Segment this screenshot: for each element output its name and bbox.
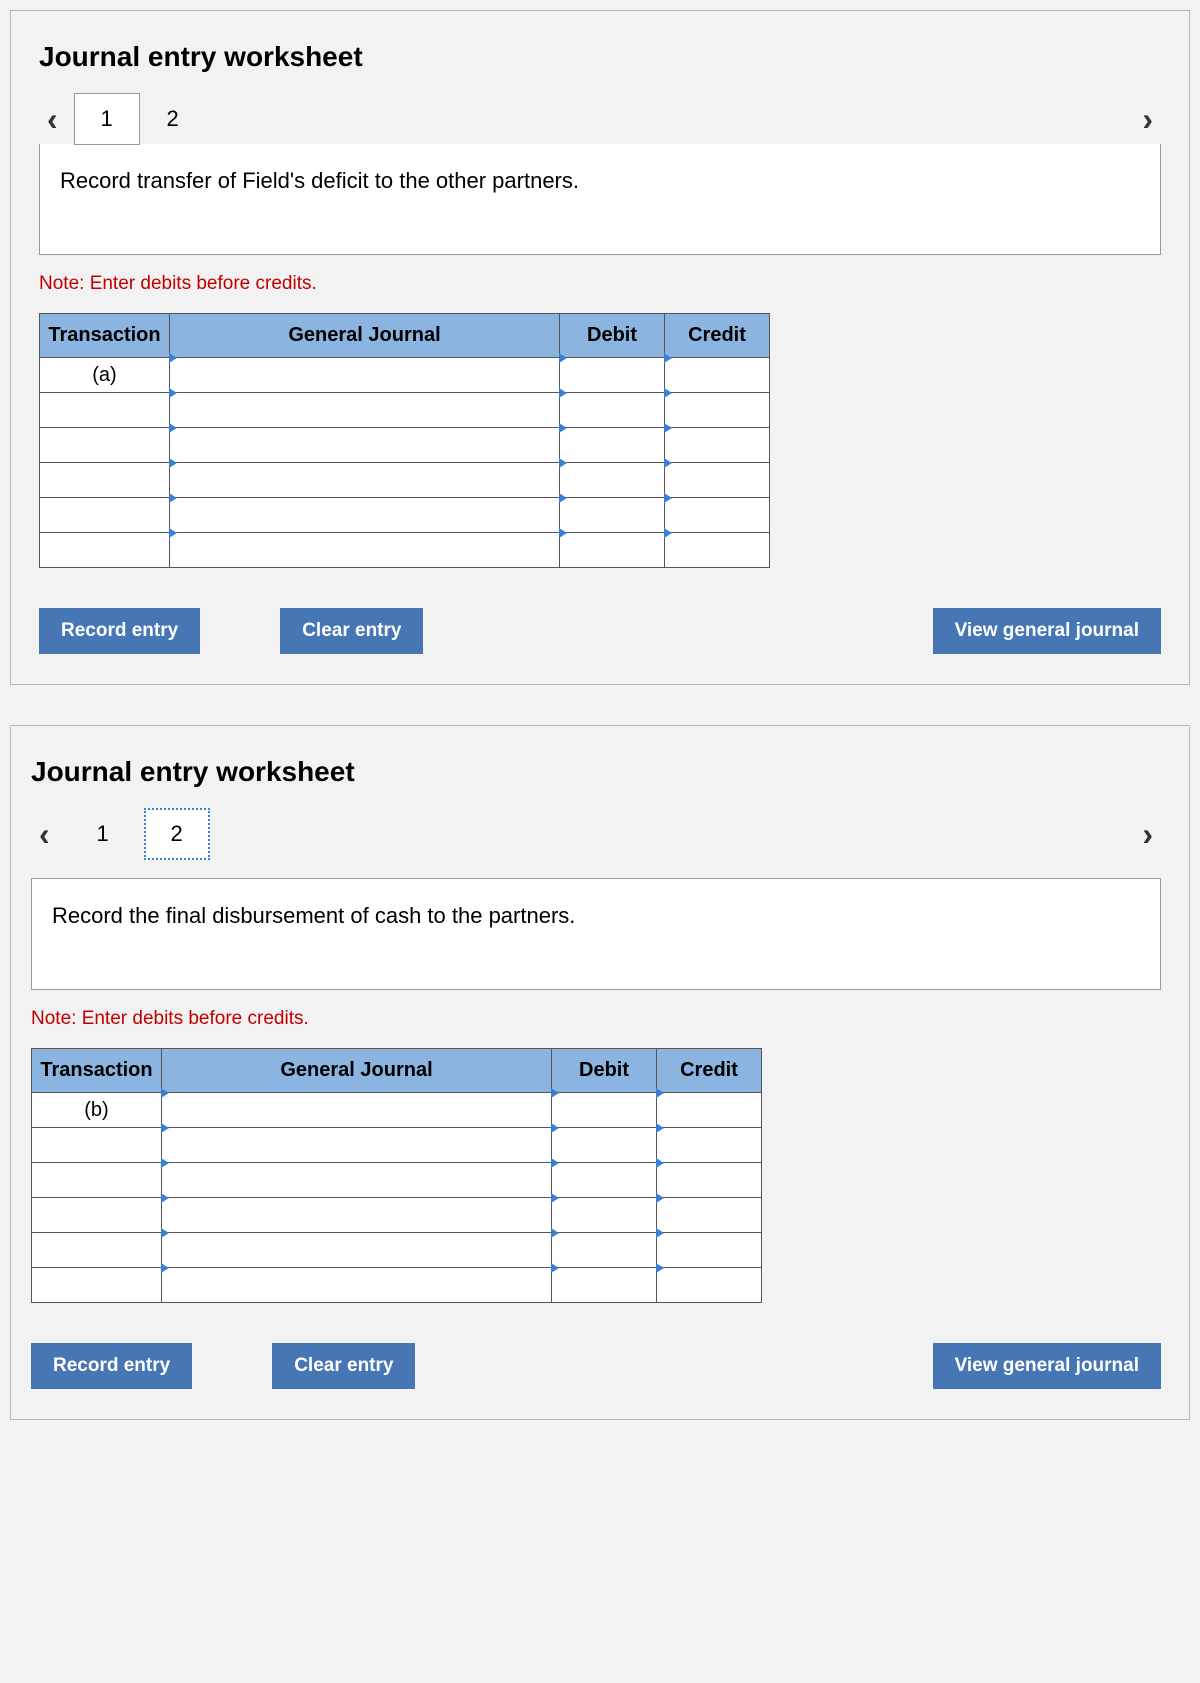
cell-general-journal[interactable] xyxy=(170,428,560,463)
cell-transaction[interactable] xyxy=(32,1268,162,1303)
table-row xyxy=(32,1163,762,1198)
col-header-credit: Credit xyxy=(665,314,770,358)
tab-row: ‹ 1 2 › xyxy=(39,93,1161,145)
tab-2-active[interactable]: 2 xyxy=(144,808,210,860)
worksheet-title: Journal entry worksheet xyxy=(39,41,1161,73)
cell-debit[interactable] xyxy=(560,533,665,568)
button-row: Record entry Clear entry View general jo… xyxy=(39,608,1161,654)
col-header-transaction: Transaction xyxy=(32,1049,162,1093)
cell-debit[interactable] xyxy=(552,1163,657,1198)
cell-general-journal[interactable] xyxy=(170,358,560,393)
tab-1[interactable]: 1 xyxy=(70,808,136,860)
table-row xyxy=(40,428,770,463)
cell-debit[interactable] xyxy=(560,428,665,463)
col-header-debit: Debit xyxy=(560,314,665,358)
cell-debit[interactable] xyxy=(552,1093,657,1128)
cell-credit[interactable] xyxy=(665,498,770,533)
cell-general-journal[interactable] xyxy=(170,393,560,428)
table-row xyxy=(32,1233,762,1268)
cell-general-journal[interactable] xyxy=(170,533,560,568)
clear-entry-button[interactable]: Clear entry xyxy=(280,608,423,654)
cell-transaction[interactable] xyxy=(40,428,170,463)
journal-table: Transaction General Journal Debit Credit… xyxy=(31,1048,762,1303)
next-arrow-icon[interactable]: › xyxy=(1134,93,1161,145)
cell-transaction[interactable] xyxy=(40,533,170,568)
cell-transaction[interactable]: (a) xyxy=(40,358,170,393)
prompt-box: Record the final disbursement of cash to… xyxy=(31,878,1161,990)
prompt-box: Record transfer of Field's deficit to th… xyxy=(39,144,1161,255)
cell-general-journal[interactable] xyxy=(170,463,560,498)
cell-general-journal[interactable] xyxy=(162,1233,552,1268)
next-arrow-icon[interactable]: › xyxy=(1134,808,1161,860)
cell-transaction[interactable] xyxy=(32,1198,162,1233)
table-row xyxy=(40,393,770,428)
cell-debit[interactable] xyxy=(552,1198,657,1233)
note-text: Note: Enter debits before credits. xyxy=(39,273,1161,295)
cell-debit[interactable] xyxy=(560,498,665,533)
cell-general-journal[interactable] xyxy=(162,1198,552,1233)
journal-table: Transaction General Journal Debit Credit… xyxy=(39,313,770,568)
tab-row: ‹ 1 2 › xyxy=(31,808,1161,860)
cell-transaction[interactable]: (b) xyxy=(32,1093,162,1128)
cell-transaction[interactable] xyxy=(32,1128,162,1163)
cell-transaction[interactable] xyxy=(40,393,170,428)
cell-debit[interactable] xyxy=(552,1128,657,1163)
cell-general-journal[interactable] xyxy=(162,1093,552,1128)
cell-general-journal[interactable] xyxy=(162,1128,552,1163)
table-row xyxy=(32,1198,762,1233)
col-header-transaction: Transaction xyxy=(40,314,170,358)
prev-arrow-icon[interactable]: ‹ xyxy=(39,93,66,145)
prev-arrow-icon[interactable]: ‹ xyxy=(31,808,58,860)
journal-worksheet-2: Journal entry worksheet ‹ 1 2 › Record t… xyxy=(10,725,1190,1420)
cell-credit[interactable] xyxy=(665,393,770,428)
cell-general-journal[interactable] xyxy=(162,1163,552,1198)
table-row xyxy=(40,533,770,568)
tab-2[interactable]: 2 xyxy=(140,93,206,145)
col-header-debit: Debit xyxy=(552,1049,657,1093)
cell-debit[interactable] xyxy=(560,358,665,393)
view-general-journal-button[interactable]: View general journal xyxy=(933,1343,1161,1389)
tab-1[interactable]: 1 xyxy=(74,93,140,145)
worksheet-title: Journal entry worksheet xyxy=(31,756,1161,788)
cell-credit[interactable] xyxy=(665,463,770,498)
view-general-journal-button[interactable]: View general journal xyxy=(933,608,1161,654)
table-row xyxy=(40,463,770,498)
col-header-general-journal: General Journal xyxy=(170,314,560,358)
cell-credit[interactable] xyxy=(665,533,770,568)
cell-credit[interactable] xyxy=(657,1268,762,1303)
cell-debit[interactable] xyxy=(560,463,665,498)
button-row: Record entry Clear entry View general jo… xyxy=(31,1343,1161,1389)
cell-credit[interactable] xyxy=(657,1233,762,1268)
table-row: (b) xyxy=(32,1093,762,1128)
cell-debit[interactable] xyxy=(552,1233,657,1268)
cell-transaction[interactable] xyxy=(40,498,170,533)
record-entry-button[interactable]: Record entry xyxy=(31,1343,192,1389)
cell-credit[interactable] xyxy=(665,428,770,463)
table-row xyxy=(32,1128,762,1163)
clear-entry-button[interactable]: Clear entry xyxy=(272,1343,415,1389)
col-header-credit: Credit xyxy=(657,1049,762,1093)
cell-debit[interactable] xyxy=(560,393,665,428)
prompt-text: Record the final disbursement of cash to… xyxy=(52,903,575,928)
note-text: Note: Enter debits before credits. xyxy=(31,1008,1161,1030)
table-row xyxy=(40,498,770,533)
cell-credit[interactable] xyxy=(657,1128,762,1163)
cell-transaction[interactable] xyxy=(32,1233,162,1268)
cell-transaction[interactable] xyxy=(40,463,170,498)
prompt-text: Record transfer of Field's deficit to th… xyxy=(60,168,579,193)
cell-general-journal[interactable] xyxy=(162,1268,552,1303)
cell-credit[interactable] xyxy=(657,1163,762,1198)
cell-transaction[interactable] xyxy=(32,1163,162,1198)
table-row: (a) xyxy=(40,358,770,393)
cell-credit[interactable] xyxy=(657,1093,762,1128)
cell-credit[interactable] xyxy=(657,1198,762,1233)
cell-general-journal[interactable] xyxy=(170,498,560,533)
record-entry-button[interactable]: Record entry xyxy=(39,608,200,654)
cell-credit[interactable] xyxy=(665,358,770,393)
cell-debit[interactable] xyxy=(552,1268,657,1303)
col-header-general-journal: General Journal xyxy=(162,1049,552,1093)
journal-worksheet-1: Journal entry worksheet ‹ 1 2 › Record t… xyxy=(10,10,1190,685)
table-row xyxy=(32,1268,762,1303)
